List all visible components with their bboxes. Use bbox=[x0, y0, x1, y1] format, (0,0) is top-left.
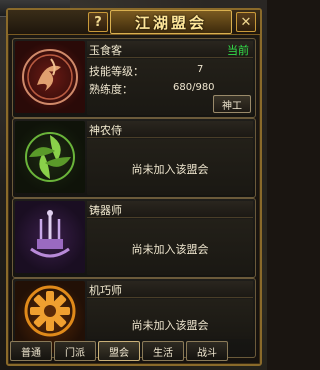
not-joined-message: 尚未加入该盟会 bbox=[131, 163, 209, 176]
proficiency-label: 熟练度： bbox=[89, 83, 133, 96]
profession-details: 尚未加入该盟会 bbox=[87, 299, 253, 339]
not-joined-message: 尚未加入该盟会 bbox=[131, 319, 209, 332]
profession-details: 尚未加入该盟会 bbox=[87, 219, 253, 275]
help-icon: ? bbox=[94, 14, 102, 30]
not-joined-message: 尚未加入该盟会 bbox=[131, 243, 209, 256]
tab-guild[interactable]: 盟会 bbox=[98, 341, 140, 361]
profession-card-smith[interactable]: 铸器师 尚未加入该盟会 bbox=[12, 198, 256, 278]
skill-level-label: 技能等级： bbox=[89, 65, 144, 78]
herbalist-emblem-icon bbox=[15, 121, 85, 193]
tab-sect[interactable]: 门派 bbox=[54, 341, 96, 361]
close-button[interactable]: ✕ bbox=[236, 12, 256, 32]
tab-life[interactable]: 生活 bbox=[142, 341, 184, 361]
title-bar[interactable]: ? 江湖盟会 ✕ bbox=[8, 10, 260, 35]
profession-card-herbalist[interactable]: 神农侍 尚未加入该盟会 bbox=[12, 118, 256, 198]
tab-normal[interactable]: 普通 bbox=[10, 341, 52, 361]
window-title: 江湖盟会 bbox=[110, 10, 232, 34]
proficiency-value: 680/980 bbox=[173, 82, 215, 93]
guild-window: ? 江湖盟会 ✕ 玉食客 当前 技能等级： 7 熟练度： 680/980 神工 bbox=[6, 8, 262, 366]
profession-card-chef[interactable]: 玉食客 当前 技能等级： 7 熟练度： 680/980 神工 bbox=[12, 38, 256, 118]
close-icon: ✕ bbox=[240, 14, 252, 30]
category-tabs: 普通 门派 盟会 生活 战斗 bbox=[8, 341, 260, 361]
skill-level-value: 7 bbox=[197, 64, 204, 75]
profession-details: 尚未加入该盟会 bbox=[87, 139, 253, 195]
tab-combat[interactable]: 战斗 bbox=[186, 341, 228, 361]
chef-emblem-icon bbox=[15, 41, 85, 113]
profession-name: 机巧师 bbox=[89, 284, 122, 297]
status-badge: 当前 bbox=[227, 44, 249, 57]
smith-emblem-icon bbox=[15, 201, 85, 273]
profession-name: 神农侍 bbox=[89, 124, 122, 137]
help-button[interactable]: ? bbox=[88, 12, 108, 32]
god-craft-button[interactable]: 神工 bbox=[213, 95, 251, 113]
profession-name: 铸器师 bbox=[89, 204, 122, 217]
